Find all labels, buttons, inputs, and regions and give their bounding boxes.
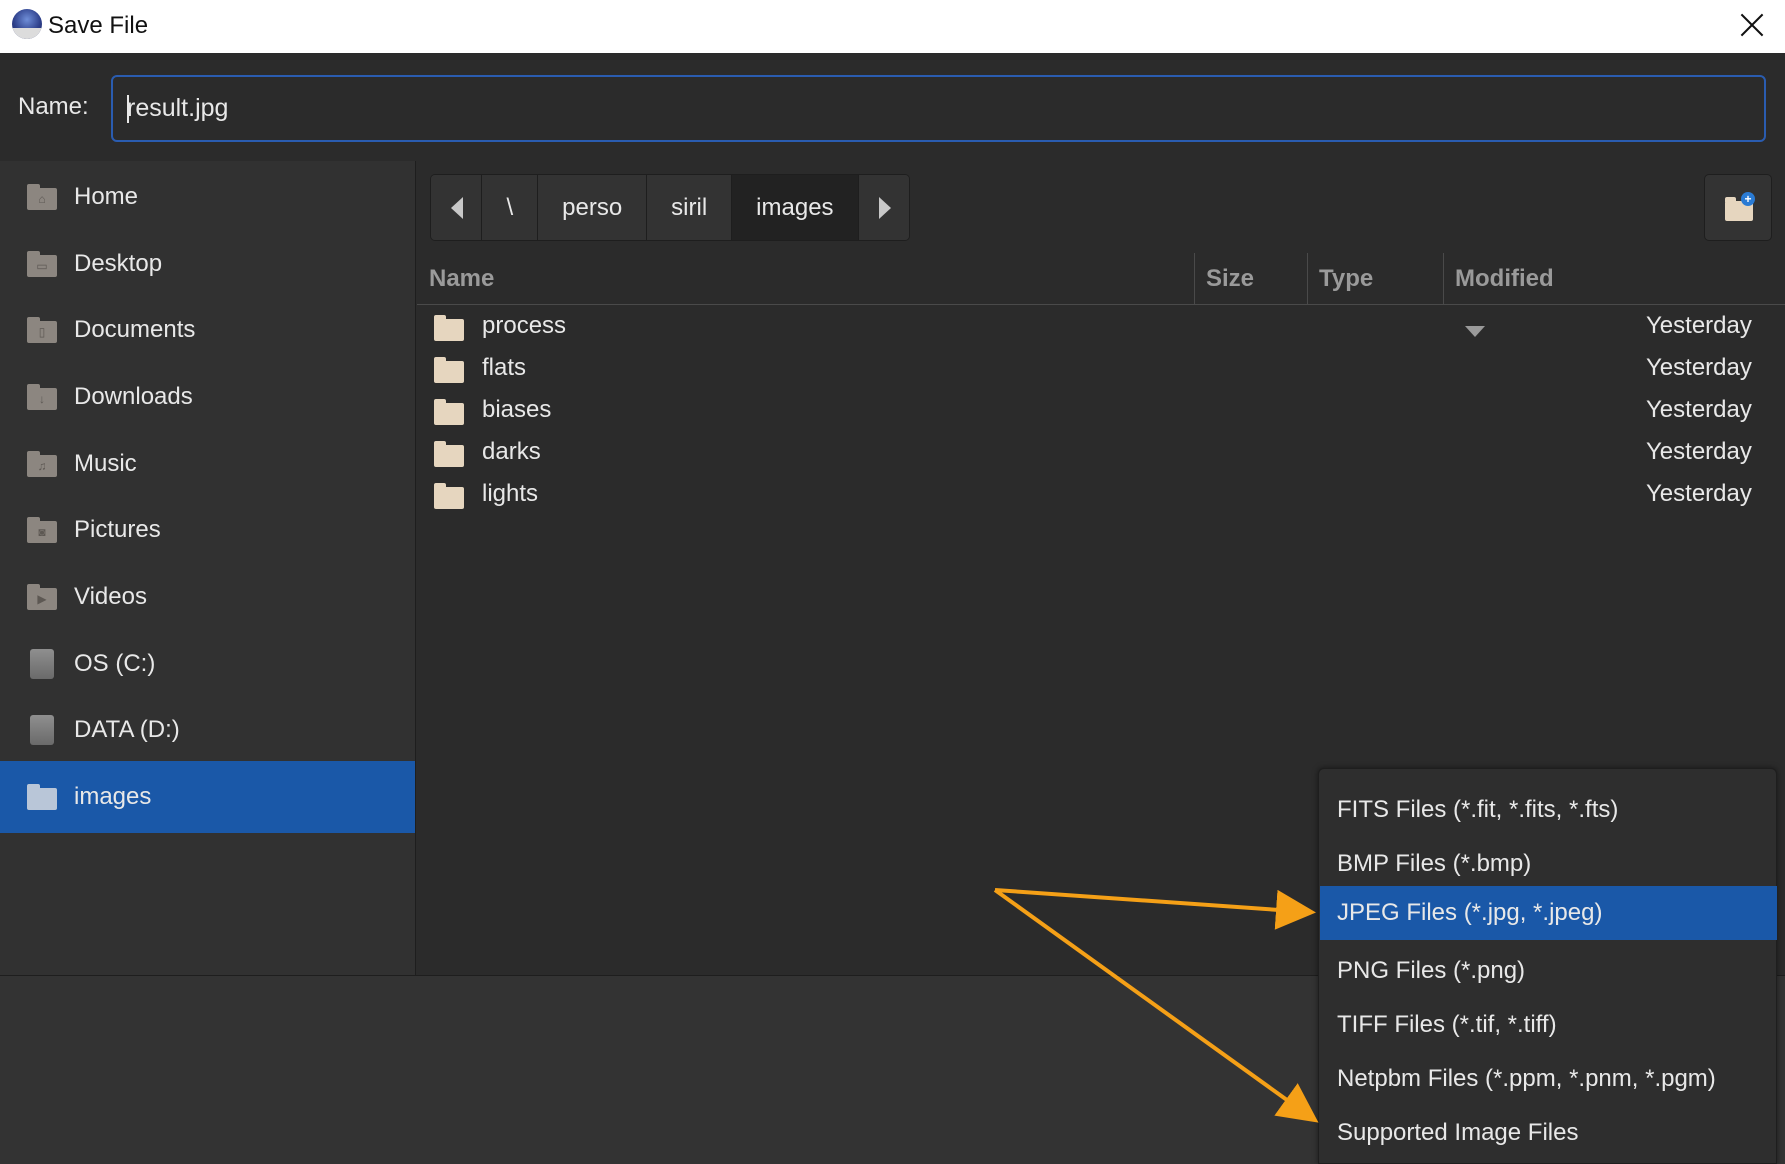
close-icon[interactable] — [1737, 10, 1767, 40]
filter-option-netpbm[interactable]: Netpbm Files (*.ppm, *.pnm, *.pgm) — [1320, 1052, 1777, 1106]
file-row[interactable]: lights Yesterday — [417, 474, 1785, 516]
name-row: Name: result.jpg — [0, 53, 1785, 161]
sidebar-item-desktop[interactable]: ▭ Desktop — [0, 228, 415, 300]
column-header-modified-label: Modified — [1455, 265, 1554, 292]
file-name: flats — [482, 354, 527, 381]
sidebar-item-data-d[interactable]: DATA (D:) — [0, 694, 415, 766]
filter-option-png[interactable]: PNG Files (*.png) — [1320, 944, 1777, 998]
sidebar-item-home[interactable]: ⌂ Home — [0, 161, 415, 233]
file-modified: Yesterday — [1646, 396, 1752, 423]
sidebar-item-pictures[interactable]: ◙ Pictures — [0, 494, 415, 566]
sidebar-item-label: images — [74, 783, 152, 810]
path-forward-button[interactable] — [857, 175, 909, 240]
file-modified: Yesterday — [1646, 354, 1752, 381]
documents-folder-icon: ▯ — [27, 317, 57, 343]
breadcrumb-root[interactable]: \ — [482, 175, 539, 240]
file-row[interactable]: darks Yesterday — [417, 432, 1785, 474]
sidebar-item-videos[interactable]: ▶ Videos — [0, 561, 415, 633]
filter-option-supported[interactable]: Supported Image Files — [1320, 1106, 1777, 1160]
siril-app-icon — [12, 9, 42, 39]
sidebar-item-label: Pictures — [74, 516, 161, 543]
column-header-size[interactable]: Size — [1194, 253, 1307, 305]
desktop-folder-icon: ▭ — [27, 251, 57, 277]
folder-icon — [434, 441, 464, 467]
sidebar-item-documents[interactable]: ▯ Documents — [0, 294, 415, 366]
path-back-button[interactable] — [431, 175, 483, 240]
file-row[interactable]: biases Yesterday — [417, 390, 1785, 432]
places-sidebar: ⌂ Home ▭ Desktop ▯ Documents ↓ Downloads… — [0, 161, 416, 975]
name-label: Name: — [18, 93, 89, 120]
sidebar-item-label: Downloads — [74, 383, 193, 410]
filter-option-tiff[interactable]: TIFF Files (*.tif, *.tiff) — [1320, 998, 1777, 1052]
file-modified: Yesterday — [1646, 480, 1752, 507]
home-folder-icon: ⌂ — [27, 184, 57, 210]
file-name: lights — [482, 480, 539, 507]
column-header-name[interactable]: Name — [417, 253, 1194, 305]
music-folder-icon: ♫ — [27, 451, 57, 477]
file-type-dropdown: FITS Files (*.fit, *.fits, *.fts) BMP Fi… — [1318, 768, 1777, 1164]
plus-icon: + — [1741, 192, 1755, 206]
sidebar-item-music[interactable]: ♫ Music — [0, 428, 415, 500]
videos-folder-icon: ▶ — [27, 584, 57, 610]
file-row[interactable]: process Yesterday — [417, 306, 1785, 348]
create-folder-button[interactable]: + — [1704, 174, 1772, 241]
window-title: Save File — [48, 12, 149, 39]
filter-option-bmp[interactable]: BMP Files (*.bmp) — [1320, 837, 1777, 891]
sidebar-item-label: Home — [74, 183, 139, 210]
sidebar-item-label: Desktop — [74, 250, 163, 277]
breadcrumb: \ perso siril images — [430, 174, 910, 241]
file-name: darks — [482, 438, 541, 465]
file-name: biases — [482, 396, 552, 423]
filename-input[interactable]: result.jpg — [111, 75, 1766, 142]
pictures-folder-icon: ◙ — [27, 517, 57, 543]
title-bar: Save File — [0, 0, 1785, 53]
file-list-header: Name Size Type Modified — [417, 253, 1785, 338]
folder-icon — [434, 357, 464, 383]
drive-icon — [30, 649, 54, 679]
downloads-folder-icon: ↓ — [27, 384, 57, 410]
sidebar-item-images[interactable]: images — [0, 761, 415, 833]
folder-icon — [434, 315, 464, 341]
file-name: process — [482, 312, 567, 339]
sidebar-item-label: Videos — [74, 583, 147, 610]
filename-value: result.jpg — [127, 94, 229, 122]
column-header-type[interactable]: Type — [1307, 253, 1443, 305]
sidebar-item-label: DATA (D:) — [74, 716, 180, 743]
sidebar-item-os-c[interactable]: OS (C:) — [0, 628, 415, 700]
chevron-left-icon — [451, 197, 463, 219]
sidebar-item-label: Music — [74, 450, 137, 477]
column-header-modified[interactable]: Modified — [1443, 253, 1583, 338]
drive-icon — [30, 715, 54, 745]
sidebar-item-downloads[interactable]: ↓ Downloads — [0, 361, 415, 433]
filter-option-fits[interactable]: FITS Files (*.fit, *.fits, *.fts) — [1320, 783, 1777, 837]
breadcrumb-images[interactable]: images — [732, 175, 858, 240]
folder-icon — [434, 399, 464, 425]
breadcrumb-siril[interactable]: siril — [647, 175, 733, 240]
folder-icon — [27, 784, 57, 810]
breadcrumb-perso[interactable]: perso — [538, 175, 648, 240]
folder-icon — [434, 483, 464, 509]
chevron-right-icon — [878, 197, 891, 219]
filter-option-jpeg[interactable]: JPEG Files (*.jpg, *.jpeg) — [1320, 886, 1777, 940]
save-file-dialog: Save File Name: result.jpg ⌂ Home ▭ Desk… — [0, 0, 1785, 1164]
file-modified: Yesterday — [1646, 312, 1752, 339]
file-modified: Yesterday — [1646, 438, 1752, 465]
sidebar-item-label: Documents — [74, 316, 196, 343]
sidebar-item-label: OS (C:) — [74, 650, 156, 677]
file-row[interactable]: flats Yesterday — [417, 348, 1785, 390]
